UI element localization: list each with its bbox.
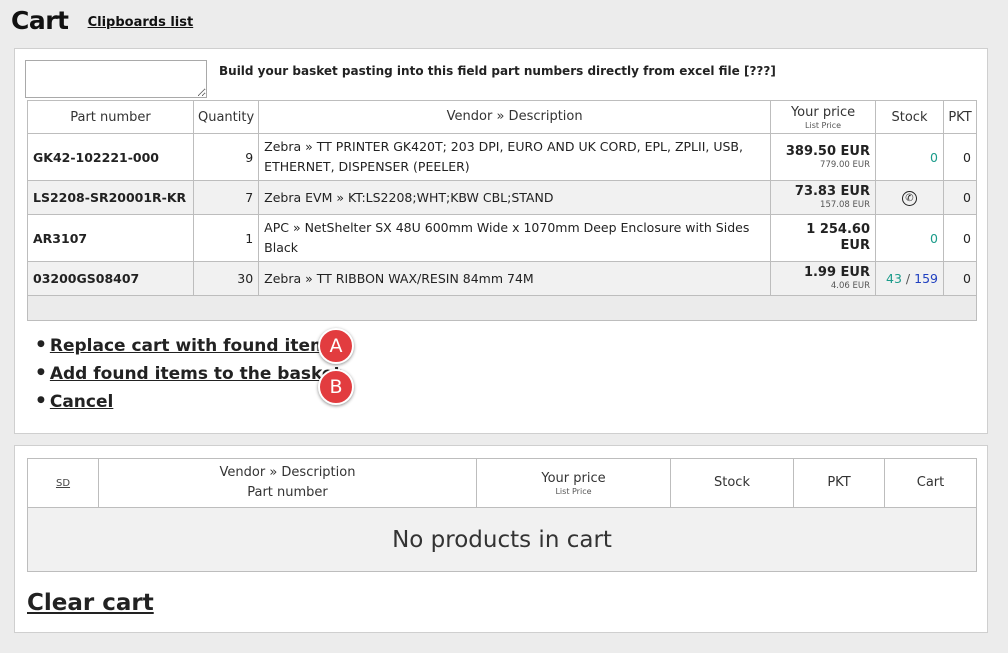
action-item: ● Add found items to the basket: [37, 361, 342, 389]
column-header-pkt: PKT: [942, 100, 978, 134]
page-header: Cart Clipboards list: [11, 6, 193, 40]
column-header-price-label: Your price: [541, 470, 606, 486]
your-price: 389.50 EUR: [785, 143, 870, 159]
table-row: GK42-102221-000 9 Zebra » TT PRINTER GK4…: [27, 133, 978, 181]
stock: ✆: [875, 180, 944, 215]
column-header-quantity: Quantity: [192, 100, 260, 134]
import-panel: Build your basket pasting into this fiel…: [14, 48, 988, 434]
quantity: 1: [192, 214, 260, 262]
price-cell: 1.99 EUR 4.06 EUR: [770, 261, 876, 296]
add-to-basket-link[interactable]: Add found items to the basket: [50, 364, 342, 384]
column-header-part-number-label: Part number: [247, 485, 328, 500]
quantity: 9: [192, 133, 260, 181]
clear-cart-link[interactable]: Clear cart: [27, 590, 154, 616]
clipboards-list-link[interactable]: Clipboards list: [88, 15, 194, 30]
bullet-icon: ●: [37, 367, 45, 377]
stock-available: 43: [886, 271, 902, 286]
empty-cart-row: No products in cart: [27, 507, 977, 572]
part-number: 03200GS08407: [27, 261, 194, 296]
price-cell: 389.50 EUR 779.00 EUR: [770, 133, 876, 181]
quantity: 7: [192, 180, 260, 215]
list-price: 157.08 EUR: [820, 200, 870, 210]
column-header-price: Your price List Price: [476, 458, 671, 508]
pkt: 0: [942, 180, 978, 215]
stock: 43 / 159: [875, 261, 944, 296]
stock: 0: [875, 133, 944, 181]
list-price: 779.00 EUR: [820, 159, 870, 170]
part-number: AR3107: [27, 214, 194, 262]
paste-hint: Build your basket pasting into this fiel…: [219, 64, 776, 78]
pkt: 0: [942, 214, 978, 262]
column-header-stock: Stock: [670, 458, 794, 508]
table-footer: [27, 295, 977, 321]
action-item: ● Replace cart with found items: [37, 333, 342, 361]
import-actions: ● Replace cart with found items ● Add foun…: [37, 333, 342, 417]
column-header-list-price-label: List Price: [555, 486, 592, 496]
cancel-link[interactable]: Cancel: [50, 392, 113, 412]
column-header-price: Your price List Price: [770, 100, 876, 134]
description: Zebra » TT RIBBON WAX/RESIN 84mm 74M: [258, 261, 772, 296]
empty-cart-message: No products in cart: [27, 507, 977, 572]
column-header-price-label: Your price: [790, 104, 856, 120]
table-row: 03200GS08407 30 Zebra » TT RIBBON WAX/RE…: [27, 261, 978, 296]
column-header-pkt: PKT: [793, 458, 885, 508]
your-price: 73.83 EUR: [794, 184, 870, 199]
description: Zebra EVM » KT:LS2208;WHT;KBW CBL;STAND: [258, 180, 772, 215]
stock: 0: [875, 214, 944, 262]
pkt: 0: [942, 261, 978, 296]
sd-sort-link[interactable]: SD: [56, 478, 70, 489]
column-header-description: Vendor » Description Part number: [98, 458, 477, 508]
table-header-row: Part number Quantity Vendor » Descriptio…: [27, 100, 978, 134]
phone-icon[interactable]: ✆: [901, 191, 917, 206]
description: Zebra » TT PRINTER GK420T; 203 DPI, EURO…: [258, 133, 772, 181]
paste-part-numbers-field[interactable]: [25, 60, 207, 98]
table-header-row: SD Vendor » Description Part number Your…: [27, 458, 977, 508]
bullet-icon: ●: [37, 395, 45, 405]
price-cell: 1 254.60 EUR: [770, 214, 876, 262]
column-header-list-price-label: List Price: [805, 120, 842, 130]
cart-panel: SD Vendor » Description Part number Your…: [14, 445, 988, 633]
annotation-marker-b: B: [318, 369, 354, 405]
quantity: 30: [192, 261, 260, 296]
column-header-description-label: Vendor » Description: [219, 465, 356, 480]
page-title: Cart: [11, 6, 69, 35]
stock-incoming: 159: [914, 271, 938, 286]
column-header-cart: Cart: [884, 458, 977, 508]
cart-table: SD Vendor » Description Part number Your…: [27, 458, 977, 572]
annotation-marker-a: A: [318, 328, 354, 364]
table-footer-row: [27, 295, 977, 321]
part-number: GK42-102221-000: [27, 133, 194, 181]
column-header-stock: Stock: [875, 100, 944, 134]
table-row: LS2208-SR20001R-KR 7 Zebra EVM » KT:LS22…: [27, 180, 978, 215]
part-number: LS2208-SR20001R-KR: [27, 180, 194, 215]
column-header-part-number: Part number: [27, 100, 194, 134]
table-row: AR3107 1 APC » NetShelter SX 48U 600mm W…: [27, 214, 978, 262]
list-price: 4.06 EUR: [830, 281, 870, 291]
your-price: 1 254.60 EUR: [806, 222, 870, 253]
description: APC » NetShelter SX 48U 600mm Wide x 107…: [258, 214, 772, 262]
column-header-description: Vendor » Description: [258, 100, 772, 134]
found-items-table: Part number Quantity Vendor » Descriptio…: [27, 100, 978, 321]
replace-cart-link[interactable]: Replace cart with found items: [50, 336, 338, 356]
stock-separator: /: [901, 271, 915, 286]
column-header-sd: SD: [27, 458, 99, 508]
price-cell: 73.83 EUR 157.08 EUR: [770, 180, 876, 215]
pkt: 0: [942, 133, 978, 181]
your-price: 1.99 EUR: [803, 265, 870, 280]
bullet-icon: ●: [37, 339, 45, 349]
action-item: ● Cancel: [37, 389, 342, 417]
